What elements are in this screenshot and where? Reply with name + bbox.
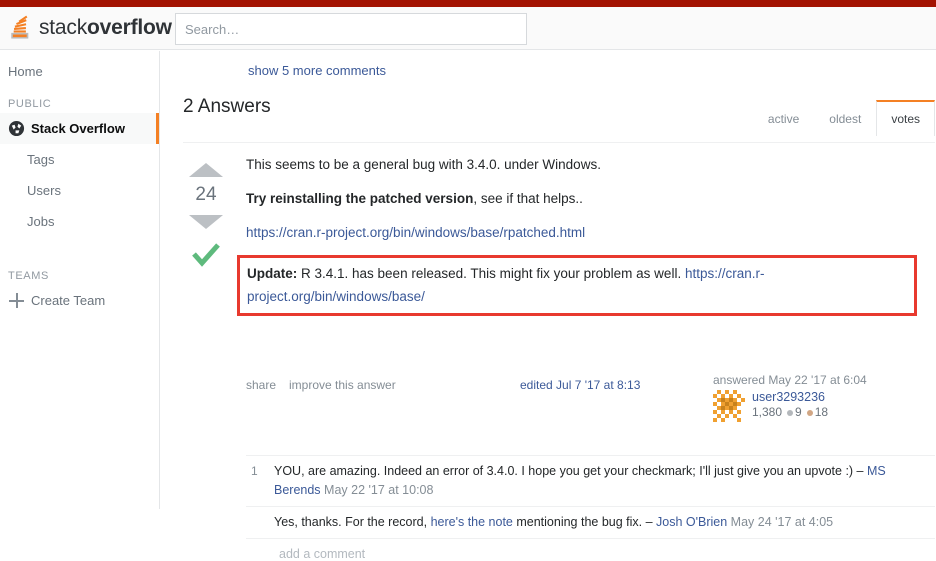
tab-oldest[interactable]: oldest xyxy=(814,100,876,136)
top-red-bar xyxy=(0,0,936,7)
reputation-value: 1,380 xyxy=(752,405,783,419)
comment-body-after: mentioning the bug fix. – xyxy=(512,515,657,529)
vote-count: 24 xyxy=(195,184,217,205)
silver-badge-count: 9 xyxy=(795,405,802,419)
answer-bold-text: Try reinstalling the patched version xyxy=(246,191,474,206)
answered-timestamp: answered May 22 '17 at 6:04 xyxy=(713,373,867,387)
answers-header: 2 Answers active oldest votes xyxy=(183,96,935,142)
upvote-arrow-icon[interactable] xyxy=(189,163,223,177)
answer-sort-tabs: active oldest votes xyxy=(753,100,935,136)
comment-inline-link[interactable]: here's the note xyxy=(431,515,513,529)
sidebar-item-stack-overflow[interactable]: Stack Overflow xyxy=(0,113,159,144)
left-sidebar: Home PUBLIC Stack Overflow Tags Users Jo… xyxy=(0,51,160,509)
comments-list: 1 YOU, are amazing. Indeed an error of 3… xyxy=(246,455,935,561)
comment-date: May 24 '17 at 4:05 xyxy=(727,515,834,529)
edited-timestamp-link[interactable]: edited Jul 7 '17 at 8:13 xyxy=(520,378,640,392)
user-details: user3293236 1,380 9 18 xyxy=(752,390,828,419)
comment-text: Yes, thanks. For the record, here's the … xyxy=(274,513,935,532)
bronze-badge-icon xyxy=(806,409,813,416)
answer-footer: share improve this answer edited Jul 7 '… xyxy=(246,373,935,435)
rpatched-link[interactable]: https://cran.r-project.org/bin/windows/b… xyxy=(246,225,585,240)
stack-overflow-logo-icon xyxy=(11,15,29,39)
site-header: stackoverflow xyxy=(0,7,936,50)
sidebar-heading-label: PUBLIC xyxy=(8,98,52,110)
user-card: answered May 22 '17 at 6:04 user3293236 … xyxy=(713,373,923,422)
sidebar-item-jobs[interactable]: Jobs xyxy=(0,206,159,237)
site-logo[interactable]: stackoverflow xyxy=(8,11,172,45)
answer-paragraph-3: https://cran.r-project.org/bin/windows/b… xyxy=(246,221,935,244)
comment-text: YOU, are amazing. Indeed an error of 3.4… xyxy=(274,462,935,500)
sidebar-item-label: Create Team xyxy=(31,293,106,308)
sidebar-item-label: Users xyxy=(27,183,61,198)
downvote-arrow-icon[interactable] xyxy=(189,215,223,229)
globe-icon xyxy=(8,120,25,137)
sidebar-item-label: Stack Overflow xyxy=(31,121,125,136)
sidebar-item-users[interactable]: Users xyxy=(0,175,159,206)
comment-row: 1 YOU, are amazing. Indeed an error of 3… xyxy=(246,455,935,506)
comment-body: YOU, are amazing. Indeed an error of 3.4… xyxy=(274,464,867,478)
sidebar-item-label: Jobs xyxy=(27,214,55,229)
main-content: show 5 more comments 2 Answers active ol… xyxy=(161,51,936,561)
comment-score: 1 xyxy=(251,464,258,478)
comment-body-before: Yes, thanks. For the record, xyxy=(274,515,431,529)
update-text: R 3.4.1. has been released. This might f… xyxy=(297,266,685,281)
sidebar-item-create-team[interactable]: Create Team xyxy=(0,285,159,316)
comment-score xyxy=(246,513,274,532)
share-link[interactable]: share xyxy=(246,378,276,392)
sidebar-item-tags[interactable]: Tags xyxy=(0,144,159,175)
sidebar-item-home[interactable]: Home xyxy=(0,56,159,87)
bronze-badge-count: 18 xyxy=(814,405,829,419)
accepted-answer-checkmark-icon xyxy=(183,242,229,268)
sidebar-item-label: Home xyxy=(8,64,43,79)
answer-paragraph-2: Try reinstalling the patched version, se… xyxy=(246,187,935,210)
improve-answer-link[interactable]: improve this answer xyxy=(289,378,396,392)
sidebar-heading-teams: TEAMS xyxy=(0,259,159,285)
sidebar-item-label: Tags xyxy=(27,152,55,167)
user-reputation: 1,380 9 18 xyxy=(752,405,828,419)
sidebar-heading-public: PUBLIC xyxy=(0,87,159,113)
answer-paragraph-2-rest: , see if that helps.. xyxy=(473,191,583,206)
update-label: Update: xyxy=(247,266,298,281)
tab-votes[interactable]: votes xyxy=(876,100,935,136)
search-container xyxy=(175,13,527,45)
silver-badge-icon xyxy=(787,409,794,416)
site-logo-text: stackoverflow xyxy=(39,16,172,39)
user-avatar[interactable] xyxy=(713,390,745,422)
plus-icon xyxy=(8,292,25,309)
tab-active[interactable]: active xyxy=(753,100,814,136)
answers-count-heading: 2 Answers xyxy=(183,96,271,117)
comment-author-link[interactable]: Josh O'Brien xyxy=(656,515,727,529)
user-name-link[interactable]: user3293236 xyxy=(752,390,828,404)
sidebar-heading-label: TEAMS xyxy=(8,270,49,282)
update-highlight-box: Update: R 3.4.1. has been released. This… xyxy=(237,255,917,316)
add-comment-link[interactable]: add a comment xyxy=(246,538,935,561)
search-input[interactable] xyxy=(175,13,527,45)
answers-divider xyxy=(183,142,935,143)
user-card-row: user3293236 1,380 9 18 xyxy=(713,390,923,422)
answer-paragraph-1: This seems to be a general bug with 3.4.… xyxy=(246,157,601,172)
comment-date: May 22 '17 at 10:08 xyxy=(320,483,434,497)
answer-body: This seems to be a general bug with 3.4.… xyxy=(237,153,935,316)
comment-row: Yes, thanks. For the record, here's the … xyxy=(246,506,935,538)
vote-cell: 24 xyxy=(183,163,229,268)
show-more-comments-link[interactable]: show 5 more comments xyxy=(248,63,386,78)
